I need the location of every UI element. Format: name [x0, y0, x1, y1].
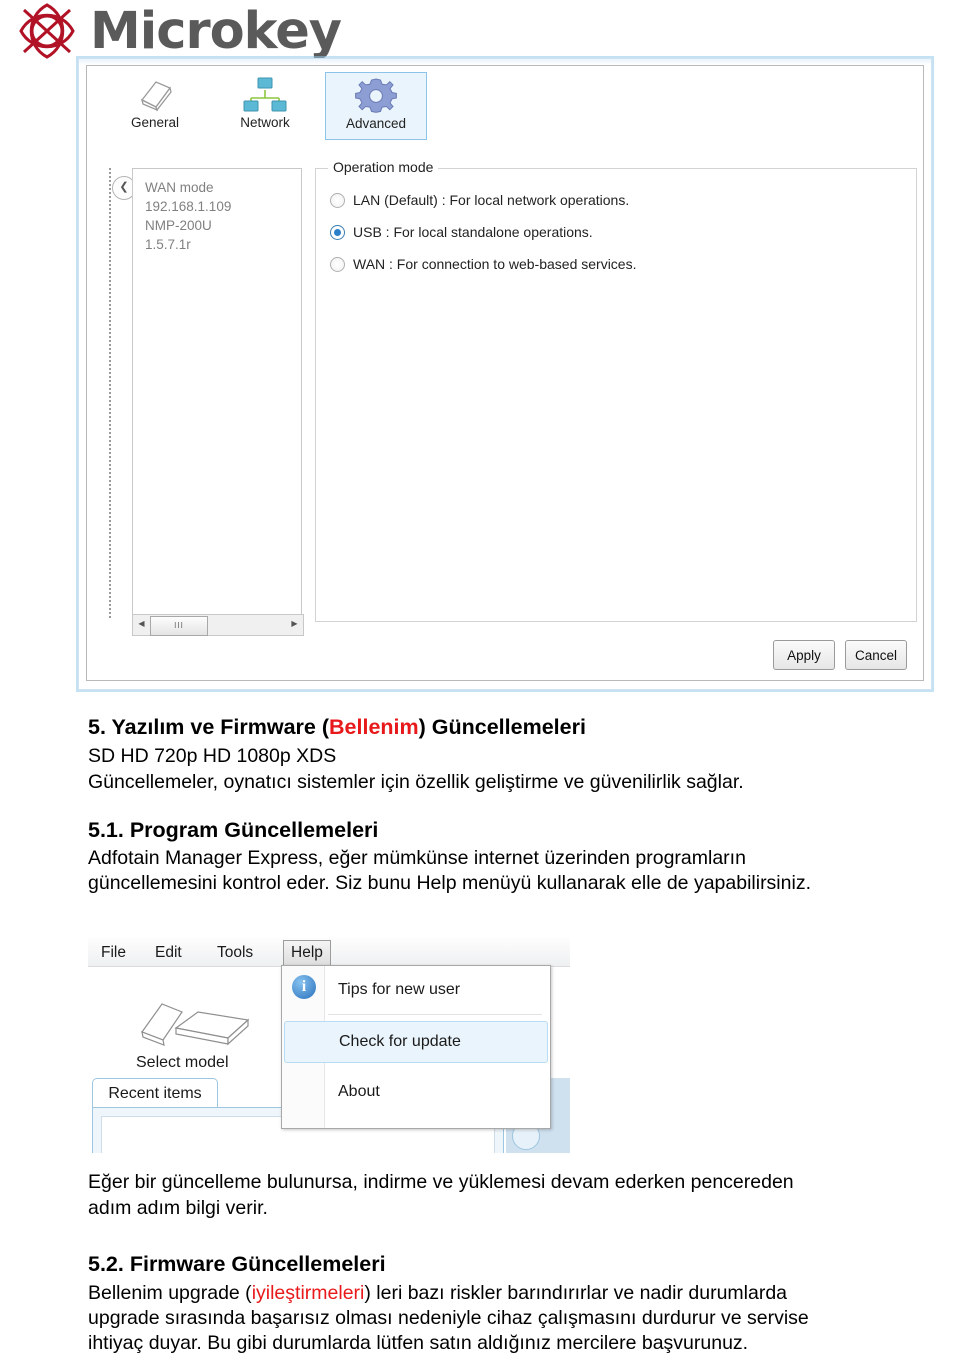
- device-info-panel[interactable]: WAN mode 192.168.1.109 NMP-200U 1.5.7.1r: [132, 168, 302, 622]
- device-info-line: NMP-200U: [145, 218, 212, 233]
- menu-help[interactable]: Help: [283, 940, 331, 966]
- tab-network-label: Network: [240, 115, 290, 130]
- radio-indicator[interactable]: [330, 256, 345, 272]
- para-52-line-2: upgrade sırasında başarısız olması neden…: [88, 1307, 809, 1329]
- device-illustration-icon: [136, 998, 266, 1050]
- menu-file[interactable]: File: [94, 942, 133, 963]
- para-eger-line-1: Eğer bir güncelleme bulunursa, indirme v…: [88, 1171, 794, 1193]
- network-icon: [215, 74, 315, 114]
- dialog-tabstrip: General Network Advanced: [87, 66, 923, 140]
- menu-tools[interactable]: Tools: [210, 942, 260, 963]
- device-info-line: WAN mode: [145, 180, 214, 195]
- para-52-line-3: ihtiyaç duyar. Bu gibi durumlarda lütfen…: [88, 1332, 749, 1354]
- brand-header: Microkey: [0, 0, 960, 62]
- heading-5-suffix: ) Güncellemeleri: [418, 715, 586, 739]
- para-52-suffix: ) leri bazı riskler barındırırlar ve nad…: [364, 1282, 788, 1304]
- menubar: File Edit Tools Help: [88, 938, 570, 967]
- sub-line-2: Güncellemeler, oynatıcı sistemler için ö…: [88, 771, 744, 793]
- radio-option-lan[interactable]: LAN (Default) : For local network operat…: [330, 187, 629, 213]
- radio-option-lan-label: LAN (Default) : For local network operat…: [353, 192, 630, 208]
- apply-button[interactable]: Apply: [773, 640, 835, 670]
- help-dropdown-menu: Tips for new user Check for update i Abo…: [281, 965, 551, 1129]
- scroll-left-arrow-icon[interactable]: ◀: [134, 615, 149, 633]
- info-icon: i: [292, 975, 316, 999]
- operation-mode-title: Operation mode: [328, 159, 439, 175]
- radio-indicator[interactable]: [330, 192, 345, 208]
- tab-network[interactable]: Network: [215, 72, 315, 138]
- tab-general[interactable]: General: [105, 72, 205, 138]
- gear-icon: [326, 75, 426, 115]
- para-52-prefix: Bellenim upgrade (: [88, 1282, 252, 1304]
- menu-item-tips-for-new-user[interactable]: Tips for new user: [284, 969, 548, 1011]
- select-model-label: Select model: [136, 1054, 229, 1071]
- help-menu-screenshot: Select model Expo spect ra: [88, 938, 570, 1153]
- settings-dialog-screenshot: General Network Advanced ❮ WAN mode 192.…: [78, 58, 932, 690]
- para-51-line-2: güncellemesini kontrol eder. Siz bunu He…: [88, 872, 811, 894]
- dialog-content: General Network Advanced ❮ WAN mode 192.…: [86, 65, 924, 681]
- para-51-line-1: Adfotain Manager Express, eğer mümkünse …: [88, 847, 746, 869]
- dialog-button-row: Apply Cancel: [773, 640, 907, 670]
- radio-indicator-selected[interactable]: [330, 224, 345, 240]
- tab-general-label: General: [130, 115, 180, 130]
- para-52-highlight: iyileştirmeleri: [251, 1282, 365, 1304]
- page-heading-5-2: 5.2. Firmware Güncellemeleri: [88, 1252, 386, 1276]
- menu-item-check-for-update[interactable]: Check for update: [284, 1021, 548, 1063]
- radio-option-usb-label: USB : For local standalone operations.: [353, 224, 593, 240]
- scrollbar-thumb[interactable]: III: [150, 616, 208, 636]
- para-52-line-1: Bellenim upgrade (iyileştirmeleri) leri …: [88, 1281, 948, 1306]
- radio-option-wan[interactable]: WAN : For connection to web-based servic…: [330, 251, 637, 277]
- operation-mode-groupbox: Operation mode LAN (Default) : For local…: [315, 159, 917, 622]
- device-info-line: 192.168.1.109: [145, 199, 232, 214]
- tab-advanced-label: Advanced: [345, 116, 407, 131]
- device-info-line: 1.5.7.1r: [145, 237, 191, 252]
- horizontal-scrollbar[interactable]: ◀ III ▶: [132, 614, 304, 636]
- sub-line-1: SD HD 720p HD 1080p XDS: [88, 745, 337, 767]
- radio-option-wan-label: WAN : For connection to web-based servic…: [353, 256, 637, 272]
- heading-5-prefix: 5. Yazılım ve Firmware (: [88, 715, 330, 739]
- para-eger-line-2: adım adım bilgi verir.: [88, 1197, 268, 1219]
- book-icon: [105, 74, 205, 114]
- page-heading-5: 5. Yazılım ve Firmware (Bellenim) Güncel…: [88, 714, 948, 741]
- cancel-button[interactable]: Cancel: [845, 640, 907, 670]
- brand-name: Microkey: [90, 2, 342, 61]
- tab-advanced[interactable]: Advanced: [325, 72, 427, 140]
- panel-drag-rail: [109, 168, 120, 618]
- heading-5-highlight: Bellenim: [329, 715, 419, 739]
- recent-items-tab[interactable]: Recent items: [92, 1078, 218, 1109]
- scroll-right-arrow-icon[interactable]: ▶: [287, 615, 302, 633]
- microkey-star-logo-icon: [10, 2, 84, 60]
- menu-item-about[interactable]: About: [284, 1071, 548, 1113]
- menu-edit[interactable]: Edit: [148, 942, 189, 963]
- page-heading-5-1: 5.1. Program Güncellemeleri: [88, 818, 379, 842]
- radio-option-usb[interactable]: USB : For local standalone operations.: [330, 219, 593, 245]
- menu-separator: [328, 1014, 542, 1015]
